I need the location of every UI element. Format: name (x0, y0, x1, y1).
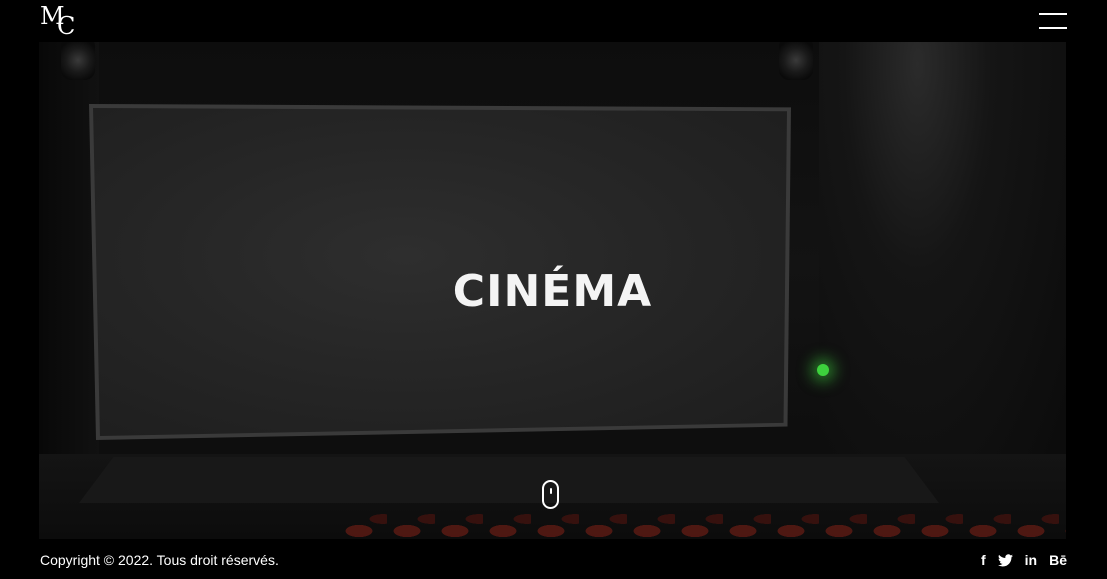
mouse-wheel (550, 488, 552, 494)
speaker-right (779, 42, 813, 80)
hero-section: CINÉMA (39, 42, 1066, 539)
logo-letter-c: C (57, 12, 76, 40)
twitter-glyph (997, 553, 1013, 566)
mouse-scroll-icon[interactable] (542, 480, 559, 509)
speaker-left (61, 42, 95, 80)
footer: Copyright © 2022. Tous droit réservés. f… (0, 539, 1107, 579)
copyright-text: Copyright © 2022. Tous droit réservés. (40, 552, 279, 568)
hero-title: CINÉMA (452, 266, 653, 317)
menu-line-bottom (1039, 27, 1067, 29)
cinema-seats (339, 497, 1066, 539)
menu-line-top (1039, 13, 1067, 15)
facebook-icon[interactable]: f (981, 552, 986, 568)
twitter-icon[interactable] (997, 553, 1013, 567)
behance-icon[interactable]: Bē (1049, 552, 1067, 568)
top-bar: M C (0, 0, 1107, 42)
logo[interactable]: M C (40, 4, 80, 38)
exit-light (817, 364, 829, 376)
social-links: f in Bē (981, 552, 1067, 568)
cinema-right-wall (819, 42, 1066, 482)
linkedin-icon[interactable]: in (1025, 552, 1037, 568)
hamburger-menu-icon[interactable] (1039, 13, 1067, 30)
